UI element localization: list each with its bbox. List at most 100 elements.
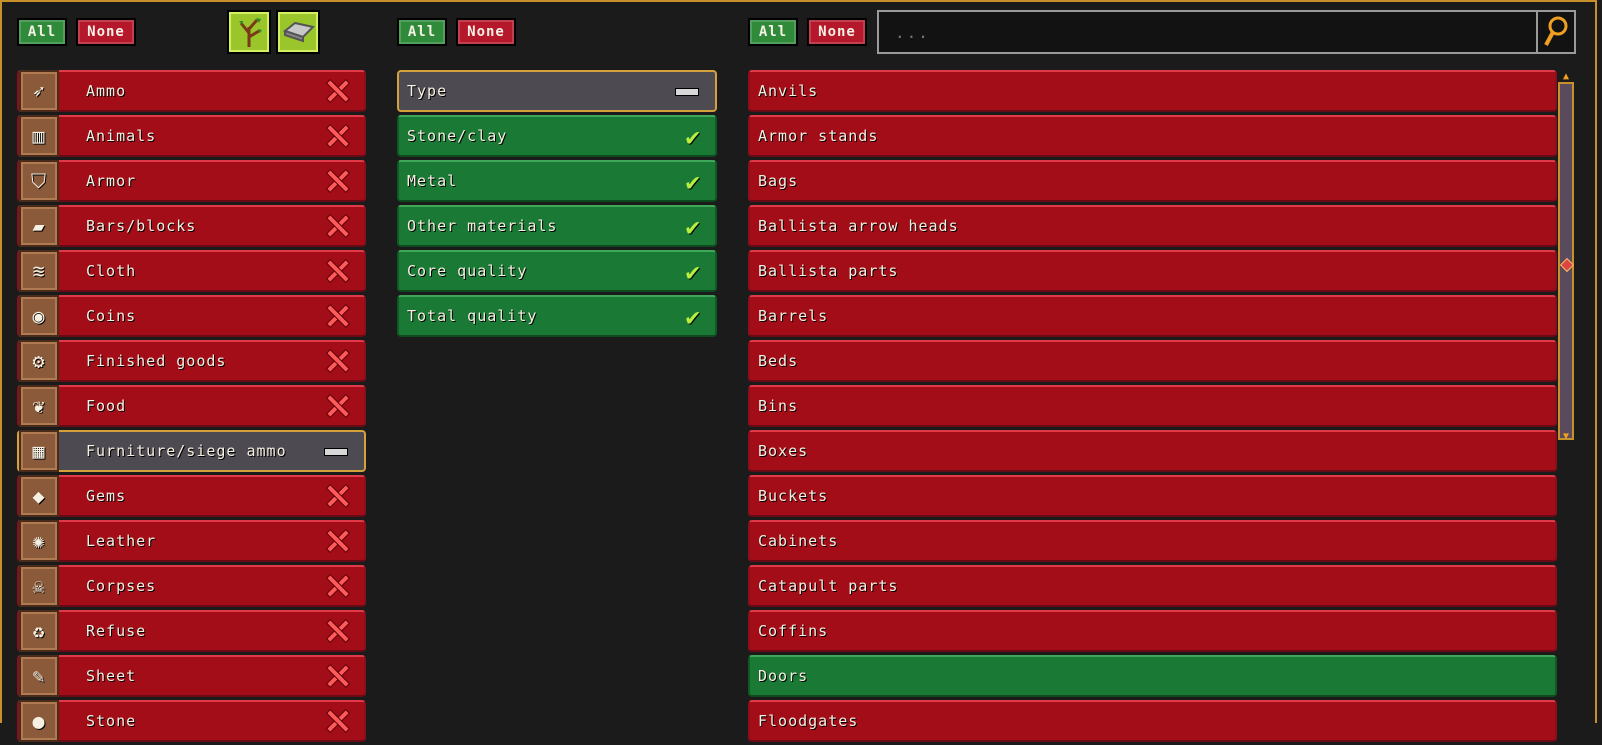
items-row-0[interactable]: Anvils [748, 70, 1557, 112]
items-row-11[interactable]: Catapult parts [748, 565, 1557, 607]
subcategories-label: Total quality [407, 307, 538, 325]
categories-label: Sheet [86, 667, 137, 685]
search-input[interactable] [879, 11, 1536, 53]
categories-row-5[interactable]: ◉ Coins [17, 295, 366, 337]
cage-icon: ▥ [19, 115, 59, 157]
check-icon: ✔ [685, 303, 701, 331]
plant-filter-button[interactable] [227, 10, 271, 54]
x-mark-icon [326, 259, 350, 283]
categories-row-9[interactable]: ◆ Gems [17, 475, 366, 517]
x-mark-icon [326, 349, 350, 373]
categories-row-10[interactable]: ✺ Leather [17, 520, 366, 562]
items-row-8[interactable]: Boxes [748, 430, 1557, 472]
categories-row-4[interactable]: ≋ Cloth [17, 250, 366, 292]
categories-row-2[interactable]: ⛉ Armor [17, 160, 366, 202]
categories-label: Coins [86, 307, 137, 325]
items-row-3[interactable]: Ballista arrow heads [748, 205, 1557, 247]
bar-filter-button[interactable] [276, 10, 320, 54]
categories-row-11[interactable]: ☠ Corpses [17, 565, 366, 607]
categories-row-12[interactable]: ♻ Refuse [17, 610, 366, 652]
middle-all-button[interactable]: All [397, 18, 447, 46]
scroll-up-icon[interactable]: ▲ [1558, 72, 1574, 82]
x-mark-icon [326, 124, 350, 148]
food-icon: ❦ [19, 385, 59, 427]
item-scrollbar[interactable] [1558, 82, 1575, 440]
categories-label: Cloth [86, 262, 137, 280]
goods-icon: ⚙ [19, 340, 59, 382]
plant-icon [239, 18, 262, 47]
x-mark-icon [326, 214, 350, 238]
items-row-7[interactable]: Bins [748, 385, 1557, 427]
x-mark-icon [326, 79, 350, 103]
items-label: Coffins [758, 622, 829, 640]
check-icon: ✔ [685, 168, 701, 196]
leather-icon: ✺ [19, 520, 59, 562]
x-mark-icon [326, 394, 350, 418]
categories-row-3[interactable]: ▰ Bars/blocks [17, 205, 366, 247]
categories-row-1[interactable]: ▥ Animals [17, 115, 366, 157]
items-row-14[interactable]: Floodgates [748, 700, 1557, 742]
coins-icon: ◉ [19, 295, 59, 337]
subcategories-row-1[interactable]: Stone/clay ✔ [397, 115, 717, 157]
subcategory-list: Type Stone/clay ✔ Metal ✔ Other materials ✔ Cor… [397, 70, 717, 340]
categories-label: Finished goods [86, 352, 227, 370]
subcategories-label: Type [407, 82, 448, 100]
items-label: Armor stands [758, 127, 879, 145]
x-mark-icon [326, 169, 350, 193]
right-all-button[interactable]: All [748, 18, 798, 46]
items-row-12[interactable]: Coffins [748, 610, 1557, 652]
scroll-icon: ✎ [19, 655, 59, 697]
items-label: Boxes [758, 442, 809, 460]
x-mark-icon [326, 304, 350, 328]
items-row-1[interactable]: Armor stands [748, 115, 1557, 157]
left-none-button[interactable]: None [76, 18, 136, 46]
items-row-6[interactable]: Beds [748, 340, 1557, 382]
subcategories-label: Metal [407, 172, 458, 190]
search-button[interactable] [1536, 12, 1574, 52]
items-row-13[interactable]: Doors [748, 655, 1557, 697]
item-list: Anvils Armor stands Bags Ballista arrow hea… [748, 70, 1557, 745]
categories-row-0[interactable]: ➶ Ammo [17, 70, 366, 112]
categories-row-8[interactable]: ▦ Furniture/siege ammo [17, 430, 366, 472]
subcategories-row-3[interactable]: Other materials ✔ [397, 205, 717, 247]
categories-label: Bars/blocks [86, 217, 197, 235]
left-all-button[interactable]: All [17, 18, 67, 46]
subcategories-row-0[interactable]: Type [397, 70, 717, 112]
categories-row-14[interactable]: ● Stone [17, 700, 366, 742]
categories-label: Gems [86, 487, 127, 505]
items-row-2[interactable]: Bags [748, 160, 1557, 202]
x-mark-icon [326, 484, 350, 508]
items-label: Buckets [758, 487, 829, 505]
categories-row-7[interactable]: ❦ Food [17, 385, 366, 427]
skull-icon: ☠ [19, 565, 59, 607]
categories-row-13[interactable]: ✎ Sheet [17, 655, 366, 697]
items-label: Barrels [758, 307, 829, 325]
items-label: Bins [758, 397, 799, 415]
items-label: Floodgates [758, 712, 859, 730]
x-mark-icon [326, 619, 350, 643]
categories-label: Ammo [86, 82, 127, 100]
ammo-icon: ➶ [19, 70, 59, 112]
gem-icon: ◆ [19, 475, 59, 517]
category-list: ➶ Ammo ▥ Animals ⛉ Armor ▰ Bars/blocks ≋ Cloth ◉ Co… [17, 70, 366, 745]
items-row-4[interactable]: Ballista parts [748, 250, 1557, 292]
x-mark-icon [326, 664, 350, 688]
subcategories-row-5[interactable]: Total quality ✔ [397, 295, 717, 337]
search-box [877, 10, 1576, 54]
right-none-button[interactable]: None [807, 18, 867, 46]
items-row-5[interactable]: Barrels [748, 295, 1557, 337]
scroll-down-icon[interactable]: ▼ [1558, 432, 1574, 442]
subcategories-row-4[interactable]: Core quality ✔ [397, 250, 717, 292]
categories-label: Furniture/siege ammo [86, 442, 287, 460]
items-label: Ballista arrow heads [758, 217, 959, 235]
subcategories-row-2[interactable]: Metal ✔ [397, 160, 717, 202]
scroll-thumb[interactable] [1559, 257, 1575, 273]
check-icon: ✔ [685, 123, 701, 151]
middle-none-button[interactable]: None [456, 18, 516, 46]
cloth-icon: ≋ [19, 250, 59, 292]
items-row-9[interactable]: Buckets [748, 475, 1557, 517]
dash-icon [324, 448, 348, 456]
shield-icon: ⛉ [19, 160, 59, 202]
items-row-10[interactable]: Cabinets [748, 520, 1557, 562]
categories-row-6[interactable]: ⚙ Finished goods [17, 340, 366, 382]
